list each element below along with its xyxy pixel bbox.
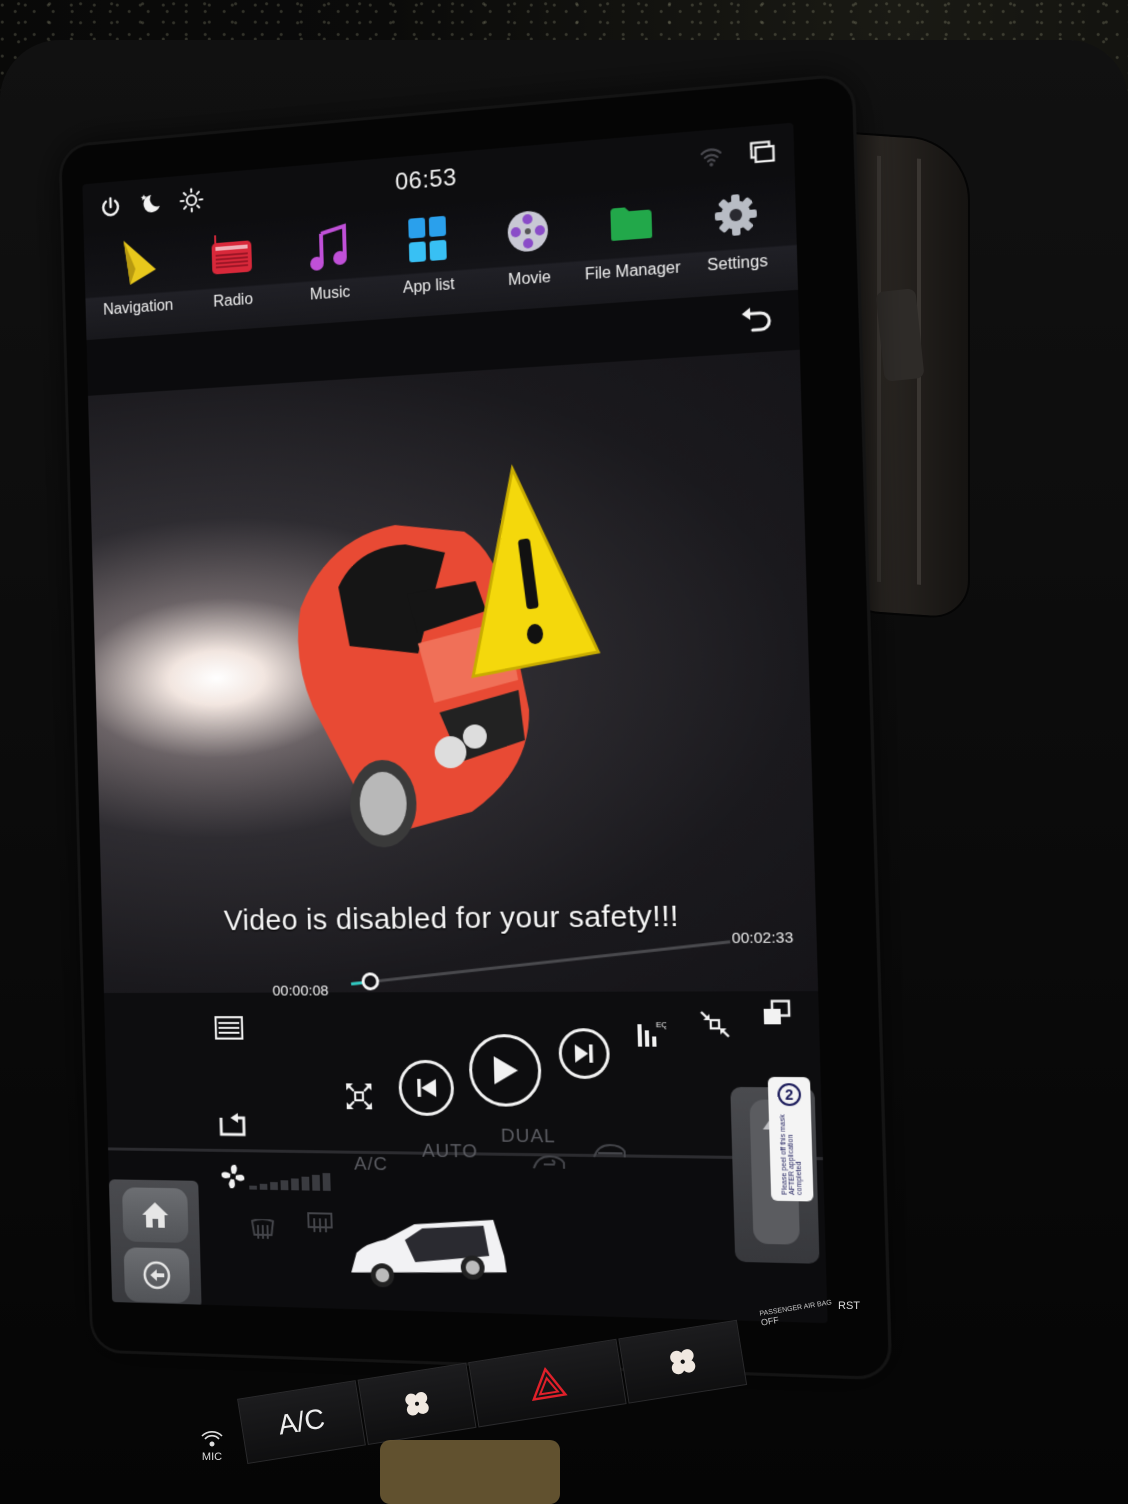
fan-icon (405, 1392, 429, 1416)
window-mode-icon[interactable] (761, 1000, 791, 1027)
dock-item-settings[interactable]: Settings (690, 186, 784, 277)
back-button[interactable] (123, 1247, 191, 1304)
protective-film-sticker: Please peel off this mask AFTER applicat… (767, 1076, 814, 1202)
equalizer-icon: EQ (637, 1020, 667, 1047)
dock-label: Movie (507, 268, 552, 290)
playlist-icon[interactable] (214, 1016, 243, 1039)
hazard-icon (531, 1366, 568, 1401)
fresh-air-icon[interactable] (592, 1139, 629, 1160)
physical-ac-button[interactable]: A/C (237, 1380, 366, 1465)
packing-foam (380, 1440, 560, 1504)
mic: MIC (200, 1430, 224, 1463)
dual-label[interactable]: DUAL (501, 1126, 557, 1149)
previous-icon (417, 1078, 437, 1097)
video-area[interactable]: Video is disabled for your safety!!! (88, 349, 819, 994)
dock-item-navigation[interactable]: Navigation (96, 235, 180, 320)
mic-label: MIC (201, 1451, 223, 1463)
back-icon (142, 1259, 173, 1291)
fan-speed-bars[interactable] (249, 1172, 331, 1191)
dock-label: Radio (213, 291, 254, 311)
right-side-key: Please peel off this mask AFTER applicat… (730, 1076, 820, 1264)
home-button[interactable] (122, 1187, 189, 1243)
dock-item-music[interactable]: Music (286, 219, 373, 306)
movie-icon (502, 204, 554, 258)
seek-bar-thumb[interactable] (360, 971, 380, 992)
eq-label: EQ (656, 1020, 667, 1029)
back-arrow-icon[interactable] (739, 304, 771, 335)
recent-apps-icon[interactable] (749, 140, 775, 165)
reset-button[interactable]: RST (838, 1300, 860, 1312)
recirculate-icon[interactable] (531, 1150, 568, 1171)
music-icon (304, 220, 354, 273)
physical-fan-max-button[interactable] (618, 1319, 748, 1404)
sticker-number: 2 (777, 1083, 802, 1107)
dock-label: Settings (707, 252, 769, 275)
total-time: 00:02:33 (731, 929, 794, 948)
screen: 06:53 Navigation Radio Music App list Mo… (82, 122, 828, 1324)
folder-icon (605, 196, 658, 251)
head-unit: 06:53 Navigation Radio Music App list Mo… (61, 75, 890, 1378)
play-button[interactable] (468, 1034, 543, 1107)
next-button[interactable] (558, 1028, 611, 1080)
physical-fan-button[interactable] (357, 1362, 477, 1445)
dock-label: App list (402, 276, 455, 297)
home-icon (141, 1202, 169, 1228)
dock-label: File Manager (584, 259, 681, 284)
dock-item-file-manager[interactable]: File Manager (584, 194, 681, 284)
wifi-icon (699, 145, 722, 167)
dock-item-app-list[interactable]: App list (384, 211, 473, 299)
car-warning-illustration (295, 444, 615, 848)
shrink-icon[interactable] (699, 1010, 731, 1039)
navigation-icon (113, 236, 161, 288)
dock-label: Music (309, 283, 351, 304)
repeat-icon[interactable] (217, 1110, 248, 1138)
rear-defrost-icon[interactable] (307, 1212, 333, 1234)
radio-icon (208, 228, 257, 280)
clock: 06:53 (394, 163, 458, 196)
dock-label: Navigation (102, 297, 174, 319)
current-time: 00:00:08 (272, 982, 329, 1000)
equalizer-button[interactable]: EQ (635, 1018, 667, 1049)
dock-item-radio[interactable]: Radio (190, 227, 275, 313)
suv-illustration (349, 1217, 507, 1288)
power-icon[interactable] (99, 195, 122, 220)
side-keys (108, 1179, 202, 1308)
fan-icon (670, 1349, 696, 1375)
auto-label[interactable]: AUTO (422, 1141, 478, 1164)
climate-bar: A/C AUTO DUAL Please peel off this mask … (108, 1076, 828, 1324)
app-list-icon (402, 212, 453, 266)
gear-icon (709, 187, 763, 242)
microphone-icon (201, 1431, 223, 1447)
front-defrost-icon[interactable] (250, 1219, 275, 1241)
brightness-icon[interactable] (179, 187, 204, 214)
ac-label[interactable]: A/C (354, 1154, 388, 1176)
play-icon (493, 1056, 519, 1085)
sticker-text: Please peel off this mask AFTER applicat… (778, 1114, 804, 1196)
dock-item-movie[interactable]: Movie (484, 203, 575, 292)
video-disabled-message: Video is disabled for your safety!!! (223, 899, 680, 938)
previous-button[interactable] (398, 1059, 455, 1117)
fan-icon[interactable] (218, 1162, 247, 1192)
fullscreen-icon[interactable] (344, 1081, 374, 1111)
next-icon (574, 1044, 594, 1063)
night-mode-icon[interactable] (138, 191, 163, 216)
